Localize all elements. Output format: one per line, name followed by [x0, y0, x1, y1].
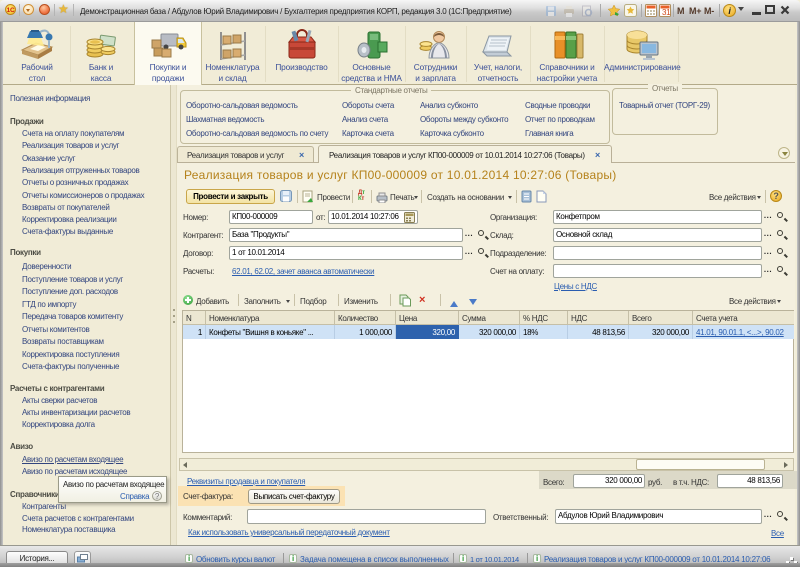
svg-text:31: 31 [662, 8, 671, 17]
